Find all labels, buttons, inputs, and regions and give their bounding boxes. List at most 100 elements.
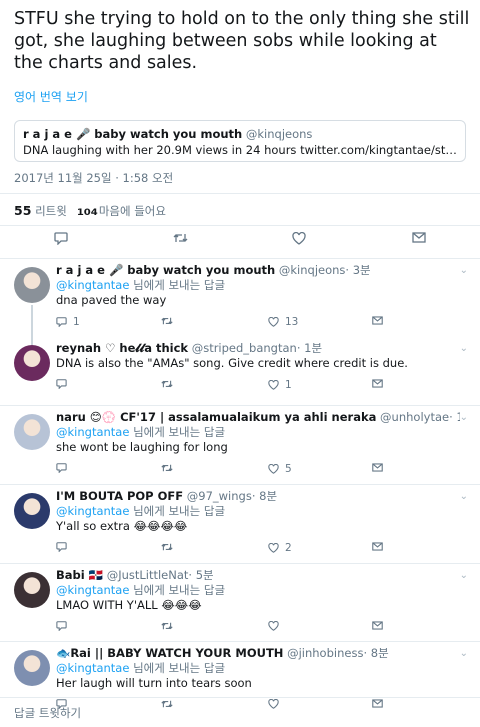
replying-to-label: 님에게 보내는 답글 bbox=[133, 583, 226, 597]
tweet-timestamp[interactable]: 2017년 11월 25일 · 1:58 오전 bbox=[14, 170, 173, 186]
reply-author-name[interactable]: r a j a e 🎤 baby watch you mouth bbox=[56, 263, 275, 277]
reply-button[interactable] bbox=[56, 379, 73, 389]
retweet-icon bbox=[161, 317, 173, 325]
reply-author-handle[interactable]: @JustLittleNat bbox=[107, 568, 189, 582]
message-button[interactable] bbox=[372, 463, 383, 472]
divider bbox=[0, 193, 480, 194]
retweet-button[interactable] bbox=[161, 316, 173, 326]
reply-author-name[interactable]: I'M BOUTA POP OFF bbox=[56, 489, 183, 503]
reply-author-name[interactable]: 🐟Rai || BABY WATCH YOUR MOUTH bbox=[56, 646, 283, 660]
likes-stat[interactable]: 104 마음에 들어요 bbox=[77, 203, 166, 219]
avatar[interactable] bbox=[14, 650, 50, 686]
reply-text: Her laugh will turn into tears soon bbox=[56, 676, 252, 690]
divider bbox=[0, 484, 480, 485]
chevron-down-icon[interactable]: ⌄ bbox=[460, 491, 468, 502]
like-button[interactable]: 5 bbox=[268, 463, 292, 475]
reply-tweet-link[interactable]: 답글 트윗하기 bbox=[14, 705, 81, 721]
replying-to-label: 님에게 보내는 답글 bbox=[133, 504, 226, 518]
reply-text: DNA is also the "AMAs" song. Give credit… bbox=[56, 356, 408, 370]
reply-text: she wont be laughing for long bbox=[56, 440, 228, 454]
reply-author-handle[interactable]: @jinhobiness bbox=[287, 646, 363, 660]
reply-to-handle[interactable]: @kingtantae bbox=[56, 425, 129, 439]
like-button[interactable] bbox=[268, 699, 285, 709]
envelope-icon bbox=[372, 621, 383, 630]
chevron-down-icon[interactable]: ⌄ bbox=[460, 412, 468, 423]
reply-time[interactable]: · 8분 bbox=[363, 646, 388, 660]
message-button[interactable] bbox=[372, 316, 383, 325]
retweet-button[interactable] bbox=[161, 621, 173, 631]
quoted-tweet[interactable]: r a j a e 🎤 baby watch you mouth @kinqje… bbox=[14, 120, 466, 162]
divider bbox=[0, 258, 480, 259]
chevron-down-icon[interactable]: ⌄ bbox=[460, 343, 468, 354]
avatar[interactable] bbox=[14, 572, 50, 608]
reply-to-handle[interactable]: @kingtantae bbox=[56, 278, 129, 292]
message-button[interactable] bbox=[412, 232, 426, 243]
message-button[interactable] bbox=[372, 699, 383, 708]
envelope-icon bbox=[372, 463, 383, 472]
like-button[interactable]: 2 bbox=[268, 542, 292, 554]
reply-icon bbox=[54, 232, 68, 245]
avatar[interactable] bbox=[14, 414, 50, 450]
chevron-down-icon[interactable]: ⌄ bbox=[460, 265, 468, 276]
retweet-stat[interactable]: 55 리트윗 bbox=[14, 203, 67, 219]
message-button[interactable] bbox=[372, 621, 383, 630]
divider bbox=[0, 641, 480, 642]
reply-button[interactable] bbox=[56, 463, 73, 473]
replying-to-label: 님에게 보내는 답글 bbox=[133, 278, 226, 292]
reply-to-handle[interactable]: @kingtantae bbox=[56, 504, 129, 518]
reply-author-name[interactable]: naru 😊💮 CF'17 | assalamualaikum ya ahli … bbox=[56, 410, 376, 424]
reply-button[interactable] bbox=[54, 232, 68, 245]
retweet-button[interactable] bbox=[161, 379, 173, 389]
reply-time[interactable]: · 8분 bbox=[252, 489, 277, 503]
reply-to-handle[interactable]: @kingtantae bbox=[56, 583, 129, 597]
retweet-button[interactable] bbox=[161, 699, 173, 709]
reply-time[interactable]: · 11분 bbox=[449, 410, 460, 424]
reply-actions bbox=[56, 621, 396, 635]
message-button[interactable] bbox=[372, 542, 383, 551]
reply-author-handle[interactable]: @unholytae bbox=[380, 410, 449, 424]
divider bbox=[0, 563, 480, 564]
reply-time[interactable]: · 5분 bbox=[188, 568, 213, 582]
reply-icon bbox=[56, 621, 67, 631]
reply-actions: 1 bbox=[56, 379, 396, 393]
heart-icon bbox=[268, 699, 279, 709]
reply-author-handle[interactable]: @striped_bangtan bbox=[192, 341, 297, 355]
reply-button[interactable] bbox=[56, 621, 73, 631]
reply-author-handle[interactable]: @97_wings bbox=[187, 489, 252, 503]
envelope-icon bbox=[372, 699, 383, 708]
retweet-button[interactable] bbox=[161, 542, 173, 552]
divider bbox=[0, 225, 480, 226]
reply-icon bbox=[56, 463, 67, 473]
like-button[interactable]: 1 bbox=[268, 379, 292, 391]
avatar[interactable] bbox=[14, 493, 50, 529]
reply-text: LMAO WITH Y'ALL 😂😂😂 bbox=[56, 598, 202, 612]
reply-author-handle[interactable]: @kinqjeons bbox=[279, 263, 346, 277]
chevron-down-icon[interactable]: ⌄ bbox=[460, 570, 468, 581]
reply-button[interactable] bbox=[56, 542, 73, 552]
chevron-down-icon[interactable]: ⌄ bbox=[460, 648, 468, 659]
like-button[interactable] bbox=[268, 621, 285, 631]
translate-link[interactable]: 영어 번역 보기 bbox=[14, 88, 88, 105]
tweet-stats: 55 리트윗 104 마음에 들어요 bbox=[14, 203, 166, 219]
like-button[interactable] bbox=[292, 232, 306, 245]
retweet-button[interactable] bbox=[161, 463, 173, 473]
avatar[interactable] bbox=[14, 345, 50, 381]
like-button[interactable]: 13 bbox=[268, 316, 298, 328]
like-count: 5 bbox=[285, 463, 292, 475]
message-button[interactable] bbox=[372, 379, 383, 388]
reply-time[interactable]: · 1분 bbox=[297, 341, 322, 355]
reply-count: 1 bbox=[73, 316, 80, 328]
avatar[interactable] bbox=[14, 267, 50, 303]
reply-icon bbox=[56, 379, 67, 389]
reply-actions: 1 13 bbox=[56, 316, 396, 330]
retweet-icon bbox=[161, 380, 173, 388]
reply-button[interactable]: 1 bbox=[56, 316, 80, 328]
like-count: 13 bbox=[285, 316, 299, 328]
retweet-button[interactable] bbox=[173, 232, 188, 244]
reply-time[interactable]: · 3분 bbox=[345, 263, 370, 277]
reply-author-name[interactable]: reynah ♡ he𝓵𝓵a thick bbox=[56, 341, 188, 355]
reply-author-name[interactable]: Babi 🇩🇴 bbox=[56, 568, 103, 582]
tweet-actions bbox=[0, 232, 480, 252]
like-count: 2 bbox=[285, 542, 292, 554]
reply-to-handle[interactable]: @kingtantae bbox=[56, 661, 129, 675]
